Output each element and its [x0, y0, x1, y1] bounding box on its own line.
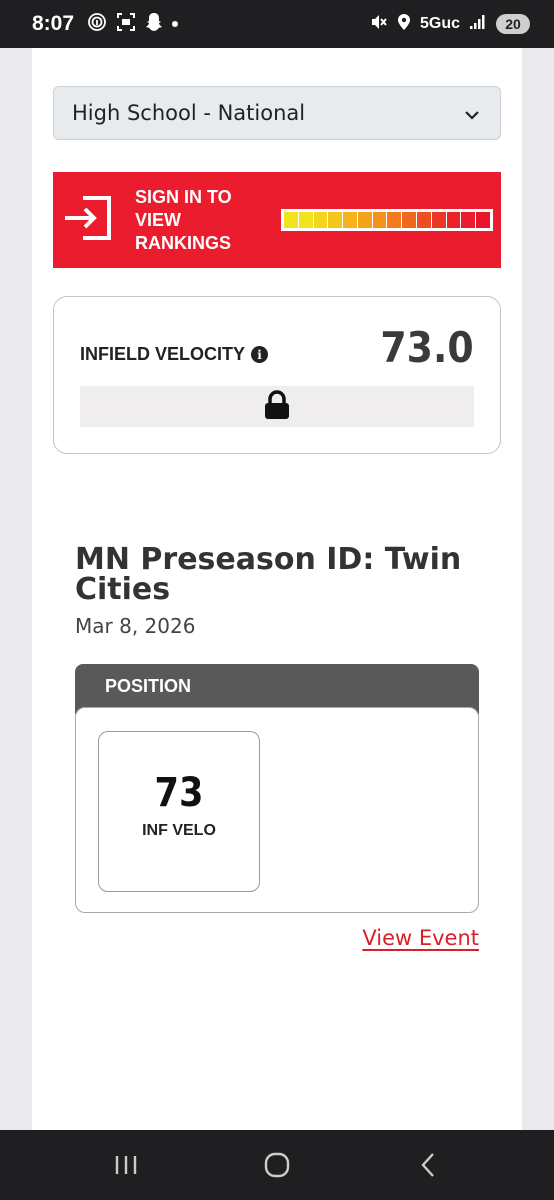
event-title: MN Preseason ID: Twin Cities — [75, 542, 462, 607]
rank-segment — [284, 212, 298, 228]
rank-segment — [461, 212, 476, 228]
notification-dot-icon — [172, 21, 179, 27]
view-event-link[interactable]: View Event — [362, 926, 479, 950]
sign-in-icon — [63, 195, 113, 245]
recents-button[interactable] — [106, 1145, 146, 1185]
chevron-down-icon — [464, 101, 480, 125]
position-panel: 73 INF VELO — [75, 707, 479, 913]
rank-segment — [476, 212, 490, 228]
mute-icon — [370, 13, 388, 35]
system-nav-bar — [0, 1130, 554, 1200]
rank-segment — [343, 212, 357, 228]
location-icon — [397, 13, 411, 35]
rank-segment — [431, 212, 446, 228]
rank-segment — [417, 212, 431, 228]
screenshot-icon — [116, 12, 136, 36]
infield-velocity-card: INFIELD VELOCITY i 73.0 — [53, 296, 501, 454]
battery-indicator: 20 — [496, 14, 530, 34]
status-bar: 8:07 5Guc 20 — [0, 0, 554, 48]
rank-segment — [372, 212, 387, 228]
info-icon[interactable]: i — [251, 346, 269, 363]
rank-segment — [446, 212, 461, 228]
snapchat-icon — [145, 12, 163, 36]
page-content: High School - National SIGN IN TO VIEW R… — [32, 48, 522, 1130]
home-button[interactable] — [257, 1145, 297, 1185]
rank-segment — [313, 212, 328, 228]
rank-segment — [328, 212, 343, 228]
back-button[interactable] — [408, 1145, 448, 1185]
select-value: High School - National — [72, 101, 306, 125]
locked-ranking-strip[interactable] — [80, 386, 474, 427]
rank-segment — [402, 212, 417, 228]
network-type: 5Guc — [419, 15, 460, 32]
stat-label: INF VELO — [142, 822, 216, 839]
lock-icon — [264, 389, 290, 424]
sign-in-text: SIGN IN TO VIEW RANKINGS — [135, 186, 232, 253]
event-date: Mar 8, 2026 — [75, 614, 196, 638]
rank-segment — [387, 212, 402, 228]
sign-in-banner[interactable]: SIGN IN TO VIEW RANKINGS — [53, 172, 501, 268]
metric-value: 73.0 — [380, 323, 474, 372]
stat-value: 73 — [154, 770, 204, 816]
metric-label-row: INFIELD VELOCITY i — [80, 344, 269, 365]
ranking-scope-select[interactable]: High School - National — [53, 86, 501, 140]
stat-tile: 73 INF VELO — [98, 731, 260, 892]
metric-label: INFIELD VELOCITY — [80, 344, 246, 364]
ranking-gradient-bar — [281, 209, 493, 231]
status-time: 8:07 — [32, 12, 75, 35]
fingerprint-icon — [87, 12, 107, 36]
rank-segment — [357, 212, 372, 228]
signal-icon — [469, 14, 487, 34]
rank-segment — [298, 212, 313, 228]
